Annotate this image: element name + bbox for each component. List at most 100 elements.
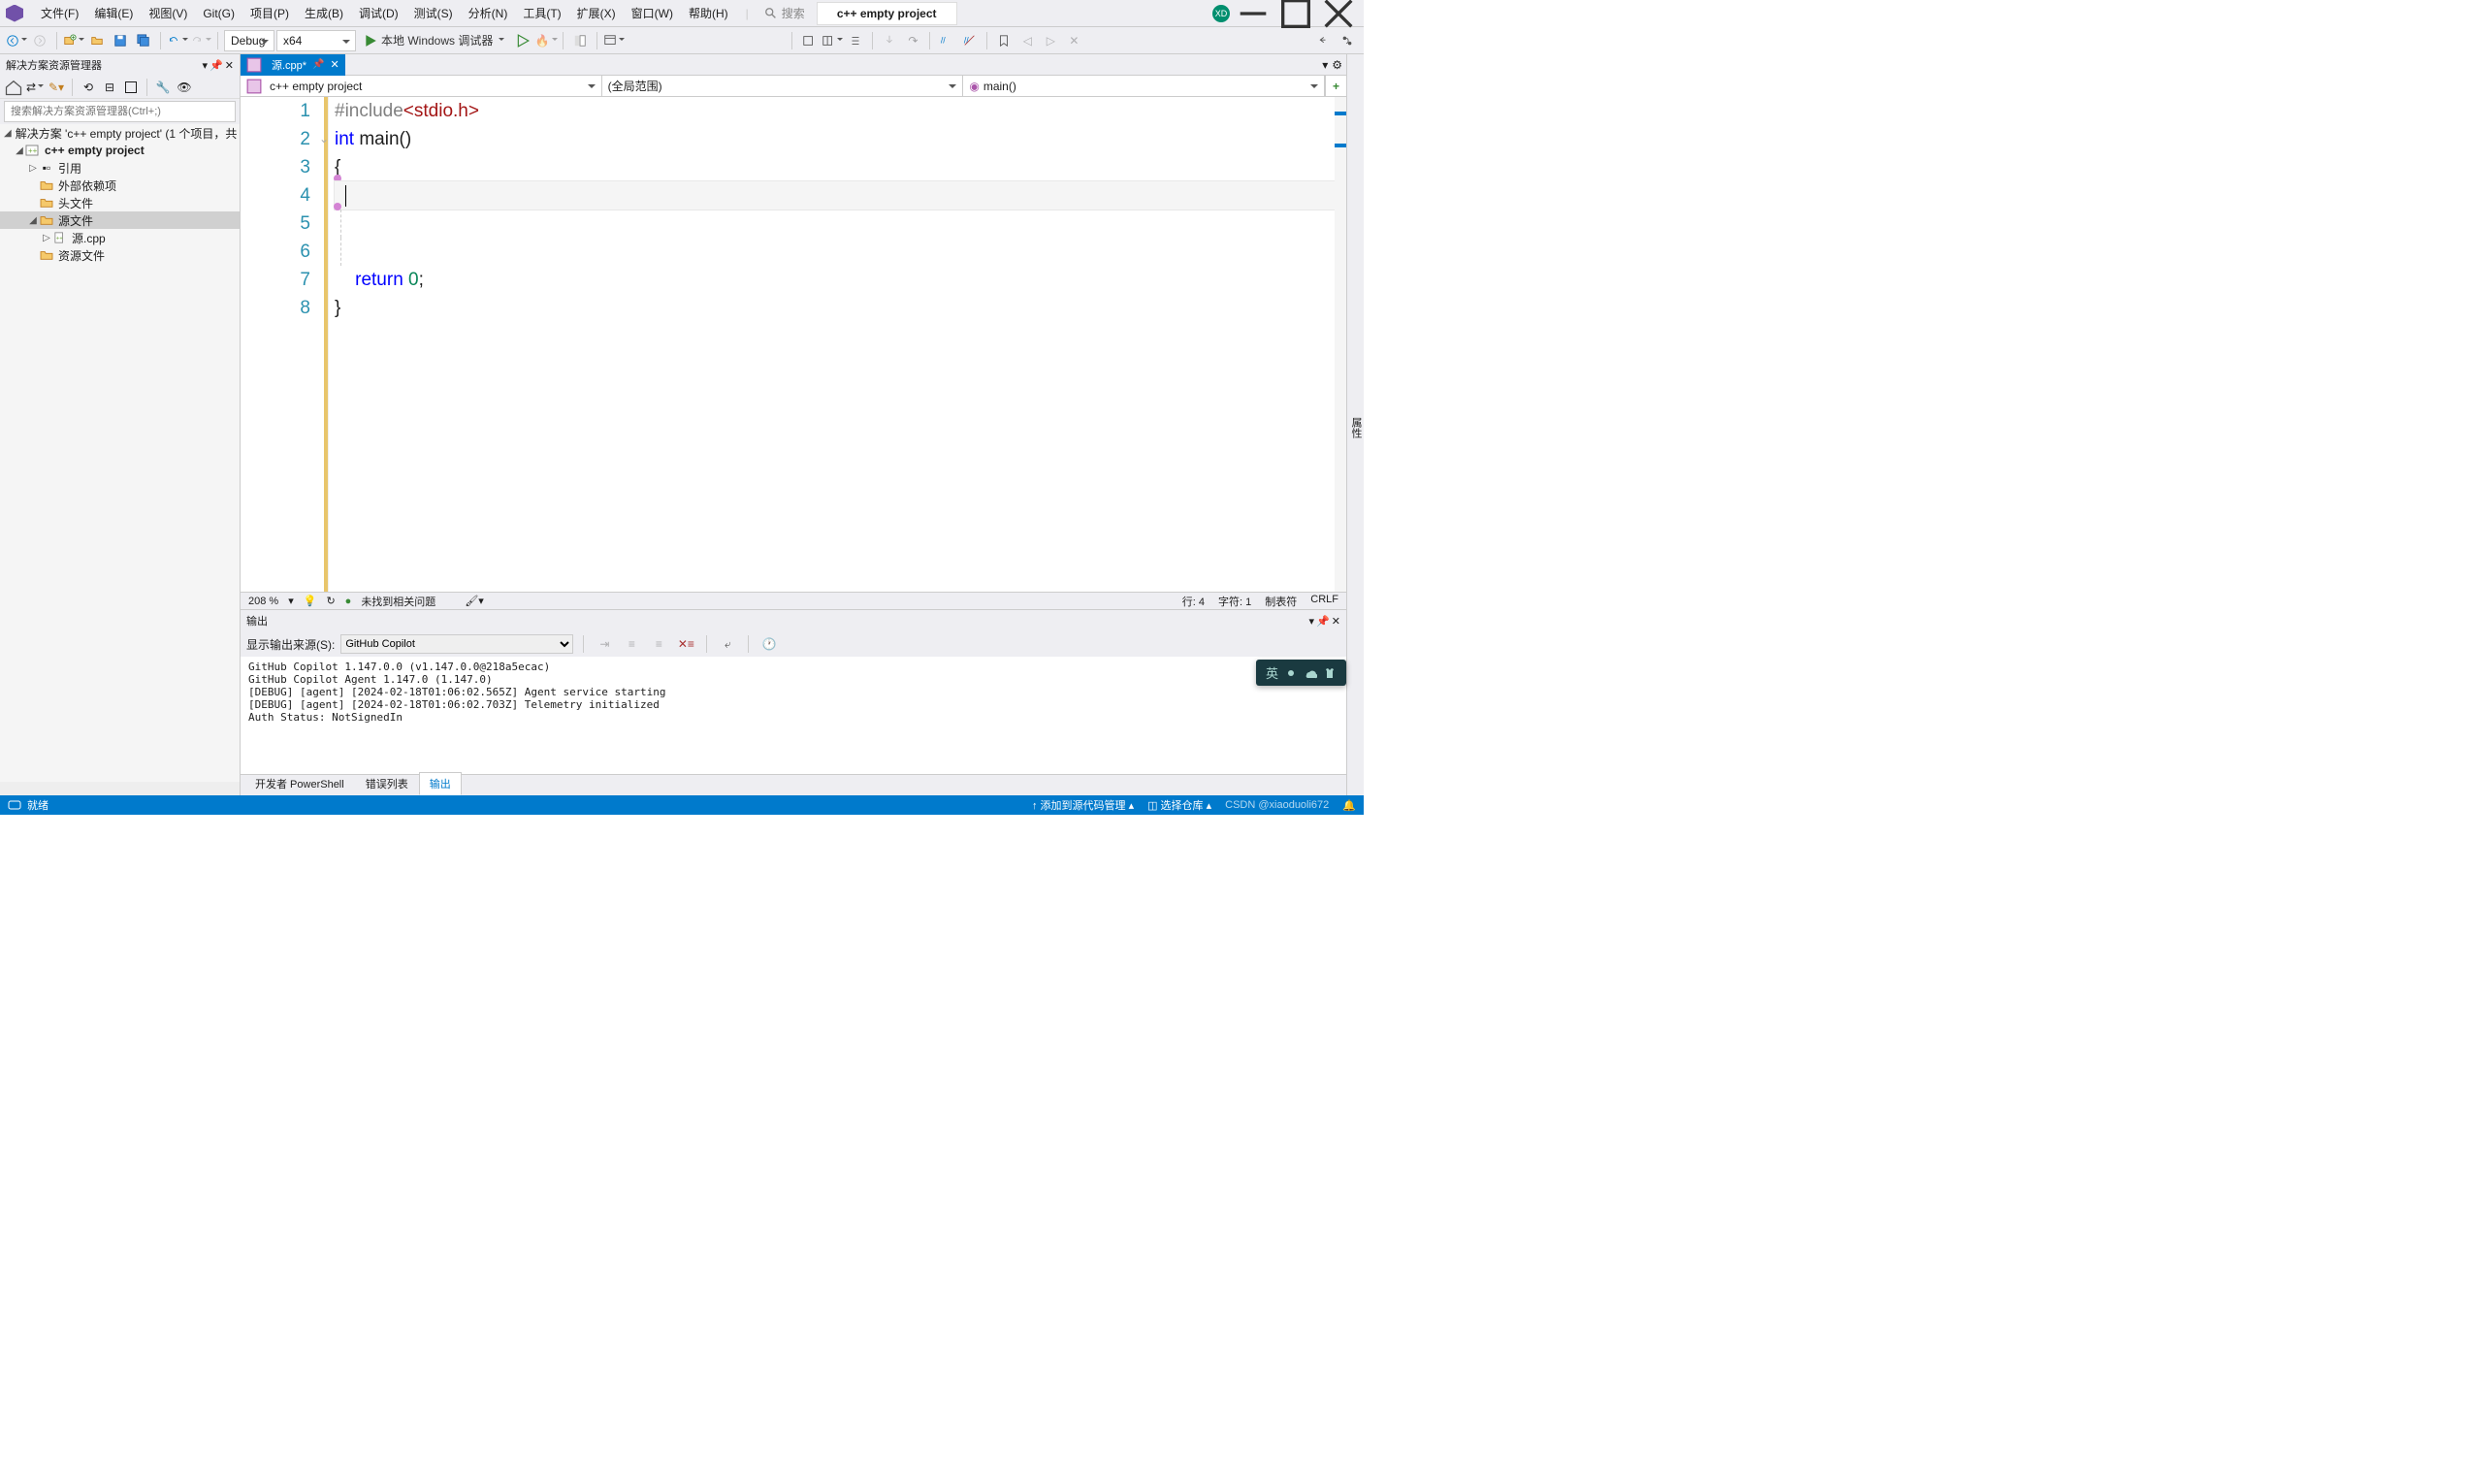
panel-close-icon[interactable]: ✕	[1332, 615, 1340, 628]
source-file-node[interactable]: ▷ ++ 源.cpp	[0, 229, 240, 246]
uncomment-button[interactable]: //	[959, 30, 981, 51]
menu-build[interactable]: 生成(B)	[297, 1, 351, 25]
redo-button[interactable]	[190, 30, 211, 51]
nav-project-combo[interactable]: c++ empty project	[241, 76, 602, 96]
preview-button[interactable]: 👁	[175, 78, 194, 97]
tab-close-icon[interactable]: ✕	[331, 58, 339, 71]
ext-button-3[interactable]	[845, 30, 866, 51]
step-over-button[interactable]: ↷	[902, 30, 923, 51]
ext-button-2[interactable]	[822, 30, 843, 51]
panel-dropdown-icon[interactable]: ▾	[203, 59, 209, 72]
step-into-button[interactable]	[879, 30, 900, 51]
eol-indicator[interactable]: CRLF	[1310, 594, 1338, 609]
solution-search[interactable]	[4, 101, 236, 122]
menu-edit[interactable]: 编辑(E)	[86, 1, 141, 25]
save-all-button[interactable]	[133, 30, 154, 51]
panel-pin-icon[interactable]: 📌	[1316, 615, 1330, 628]
properties-button[interactable]: 🔧	[153, 78, 173, 97]
col-indicator[interactable]: 字符: 1	[1218, 594, 1251, 609]
show-all-button[interactable]	[121, 78, 141, 97]
undo-button[interactable]	[167, 30, 188, 51]
ext-button-1[interactable]	[798, 30, 820, 51]
code-line[interactable]	[335, 238, 1346, 266]
solution-node[interactable]: ◢ 解决方案 'c++ empty project' (1 个项目，共 1	[0, 124, 240, 142]
menu-analyze[interactable]: 分析(N)	[461, 1, 516, 25]
panel-dropdown-icon[interactable]: ▾	[1309, 615, 1315, 628]
comment-button[interactable]: //	[936, 30, 957, 51]
menu-file[interactable]: 文件(F)	[33, 1, 86, 25]
maximize-button[interactable]	[1276, 0, 1315, 27]
solution-tree[interactable]: ◢ 解决方案 'c++ empty project' (1 个项目，共 1 ◢ …	[0, 124, 240, 782]
tab-output[interactable]: 输出	[419, 772, 462, 795]
menu-debug[interactable]: 调试(D)	[351, 1, 406, 25]
file-browser-button[interactable]	[569, 30, 591, 51]
start-debug-button[interactable]: 本地 Windows 调试器	[358, 30, 510, 51]
output-wrap-button[interactable]: ⤶	[717, 633, 738, 655]
new-project-button[interactable]	[63, 30, 84, 51]
output-text[interactable]: GitHub Copilot 1.147.0.0 (v1.147.0.0@218…	[241, 657, 1346, 774]
bookmark-clear-button[interactable]: ✕	[1063, 30, 1084, 51]
resources-node[interactable]: 资源文件	[0, 246, 240, 264]
output-clear-button[interactable]: ✕≡	[675, 633, 696, 655]
sidebar-hscroll[interactable]	[0, 782, 240, 795]
save-button[interactable]	[110, 30, 131, 51]
scroll-minimap[interactable]	[1335, 97, 1346, 592]
line-indicator[interactable]: 行: 4	[1182, 594, 1205, 609]
live-share-button[interactable]	[1337, 30, 1358, 51]
collapse-icon[interactable]: ⌄	[319, 125, 329, 153]
menu-tools[interactable]: 工具(T)	[515, 1, 568, 25]
nav-add-button[interactable]: +	[1325, 76, 1346, 96]
issues-label[interactable]: 未找到相关问题	[361, 594, 435, 609]
tab-pin-icon[interactable]: 📌	[312, 59, 324, 70]
sync-button[interactable]: ⟲	[79, 78, 98, 97]
bookmark-next-button[interactable]: ▷	[1040, 30, 1061, 51]
code-line[interactable]: }	[335, 294, 1346, 322]
menu-view[interactable]: 视图(V)	[141, 1, 195, 25]
notification-icon[interactable]	[8, 798, 21, 812]
refresh-icon[interactable]: ↻	[326, 595, 335, 607]
vertical-side-tab[interactable]: 属性	[1346, 54, 1364, 795]
open-file-button[interactable]	[86, 30, 108, 51]
repo-picker[interactable]: ◫ 选择仓库 ▴	[1147, 797, 1211, 813]
project-node[interactable]: ◢ ++ c++ empty project	[0, 142, 240, 159]
scm-add-button[interactable]: ↑ 添加到源代码管理 ▴	[1032, 797, 1134, 813]
tab-error-list[interactable]: 错误列表	[355, 772, 419, 795]
code-content[interactable]: #include<stdio.h> ⌄int main() { return 0…	[328, 97, 1346, 592]
bookmark-prev-button[interactable]: ◁	[1016, 30, 1038, 51]
menu-git[interactable]: Git(G)	[195, 3, 242, 24]
menu-window[interactable]: 窗口(W)	[624, 1, 681, 25]
ime-badge[interactable]: 英	[1256, 660, 1346, 686]
output-header[interactable]: 输出 ▾ 📌 ✕	[241, 610, 1346, 631]
share-button[interactable]	[1311, 30, 1333, 51]
menu-help[interactable]: 帮助(H)	[681, 1, 736, 25]
code-line[interactable]: ⌄int main()	[335, 125, 1346, 153]
hot-reload-button[interactable]: 🔥	[535, 30, 557, 51]
collapse-all-button[interactable]: ⊟	[100, 78, 119, 97]
tab-powershell[interactable]: 开发者 PowerShell	[244, 772, 355, 795]
sources-node[interactable]: ◢ 源文件	[0, 211, 240, 229]
panel-close-icon[interactable]: ✕	[225, 59, 234, 72]
output-clock-button[interactable]: 🕐	[758, 633, 780, 655]
tab-settings-icon[interactable]: ⚙	[1332, 58, 1342, 72]
pending-changes-button[interactable]: ✎▾	[47, 78, 66, 97]
code-line-current[interactable]	[335, 181, 1346, 210]
platform-combo[interactable]: x64	[276, 30, 356, 51]
external-deps-node[interactable]: 外部依赖项	[0, 177, 240, 194]
switch-view-button[interactable]: ⇄	[25, 78, 45, 97]
code-editor[interactable]: 1 2 3 4 5 6 7 8 #include<stdio.h> ⌄int m…	[241, 97, 1346, 592]
document-tab-active[interactable]: 源.cpp* 📌 ✕	[241, 54, 345, 76]
zoom-level[interactable]: 208 %	[248, 596, 278, 607]
title-search[interactable]: 搜索	[758, 5, 811, 21]
code-line[interactable]	[335, 210, 1346, 238]
code-line[interactable]: return 0;	[335, 266, 1346, 294]
user-avatar[interactable]: XD	[1212, 5, 1230, 22]
config-combo[interactable]: Debug	[224, 30, 274, 51]
home-button[interactable]	[4, 78, 23, 97]
close-button[interactable]	[1319, 0, 1358, 27]
notification-bell-icon[interactable]: 🔔	[1342, 799, 1356, 812]
nav-back-button[interactable]	[6, 30, 27, 51]
code-line[interactable]: #include<stdio.h>	[335, 97, 1346, 125]
menu-test[interactable]: 测试(S)	[406, 1, 461, 25]
output-source-combo[interactable]: GitHub Copilot	[340, 634, 573, 654]
nav-fwd-button[interactable]	[29, 30, 50, 51]
